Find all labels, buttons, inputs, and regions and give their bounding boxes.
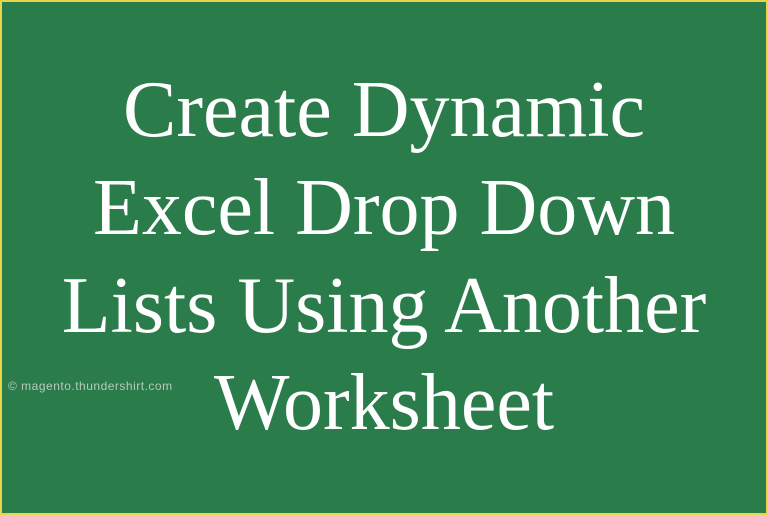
page-title: Create Dynamic Excel Drop Down Lists Usi…	[2, 62, 766, 452]
attribution-text: © magento.thundershirt.com	[8, 379, 173, 393]
